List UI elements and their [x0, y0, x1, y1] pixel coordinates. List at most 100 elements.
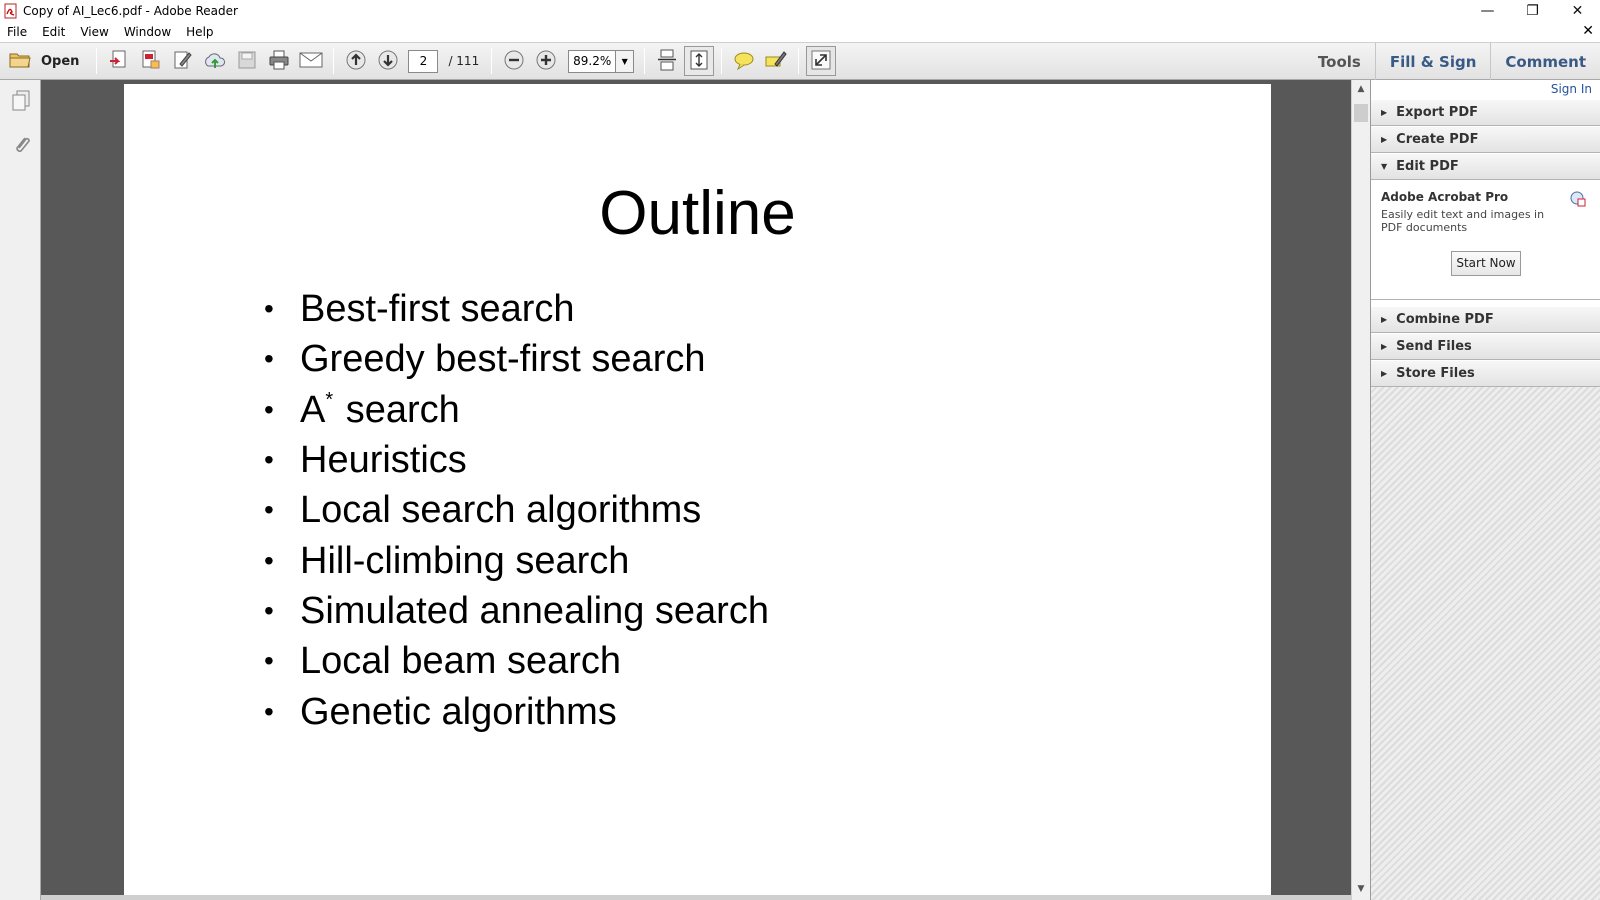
list-item: • Heuristics	[264, 435, 769, 485]
triangle-right-icon: ▶	[1381, 315, 1388, 324]
toolbar-separator	[798, 48, 800, 74]
list-item-text: search	[335, 388, 460, 431]
section-label: Edit PDF	[1396, 159, 1459, 174]
next-page-button[interactable]	[373, 46, 403, 76]
zoom-in-button[interactable]	[531, 46, 561, 76]
attachments-button[interactable]	[0, 124, 41, 168]
close-window-button[interactable]: ✕	[1555, 0, 1600, 22]
bullet: •	[264, 695, 274, 727]
create-pdf-button[interactable]	[104, 46, 134, 76]
tab-tools[interactable]: Tools	[1304, 43, 1375, 80]
arrow-down-icon	[377, 49, 399, 74]
section-edit-pdf[interactable]: ▼ Edit PDF	[1371, 153, 1600, 180]
product-description: Easily edit text and images in PDF docum…	[1381, 208, 1545, 234]
full-screen-button[interactable]	[806, 46, 837, 76]
start-now-button[interactable]: Start Now	[1451, 251, 1521, 276]
menu-edit[interactable]: Edit	[35, 25, 73, 39]
bullet: •	[264, 494, 274, 526]
scroll-mode-icon	[656, 49, 678, 74]
list-item: • Hill-climbing search	[264, 535, 769, 585]
vertical-scrollbar[interactable]: ▲ ▼	[1351, 80, 1370, 900]
list-item-text: Best-first search	[300, 288, 575, 331]
open-button[interactable]: Open	[1, 46, 89, 76]
list-item-text: Heuristics	[300, 439, 467, 482]
section-label: Combine PDF	[1396, 312, 1494, 327]
minimize-button[interactable]: —	[1465, 0, 1510, 22]
fit-page-button[interactable]	[684, 46, 715, 76]
list-item: • Local beam search	[264, 636, 769, 686]
triangle-right-icon: ▶	[1381, 342, 1388, 351]
zoom-value: 89.2%	[573, 54, 612, 68]
bullet: •	[264, 393, 274, 425]
edit-pdf-button[interactable]	[168, 46, 198, 76]
list-item: • Genetic algorithms	[264, 686, 769, 736]
restore-button[interactable]: ❐	[1510, 0, 1555, 22]
list-item-text: A	[300, 388, 326, 431]
section-create-pdf[interactable]: ▶ Create PDF	[1371, 126, 1600, 153]
product-name: Adobe Acrobat Pro	[1381, 190, 1509, 204]
menu-view[interactable]: View	[73, 25, 116, 39]
menu-file[interactable]: File	[0, 25, 35, 39]
save-button[interactable]	[232, 46, 262, 76]
menu-help[interactable]: Help	[179, 25, 221, 39]
envelope-icon	[299, 51, 323, 72]
arrow-up-icon	[345, 49, 367, 74]
menu-window[interactable]: Window	[117, 25, 179, 39]
list-item: • A * search	[264, 385, 769, 435]
open-label: Open	[41, 53, 80, 69]
page-number-input[interactable]: 2	[408, 49, 439, 73]
previous-page-button[interactable]	[341, 46, 371, 76]
upload-button[interactable]	[200, 46, 230, 76]
list-item: • Greedy best-first search	[264, 334, 769, 384]
pdf-page: Outline • Best-first search • Greedy best-…	[124, 84, 1271, 895]
sign-in-link[interactable]: Sign In	[1371, 80, 1600, 99]
email-button[interactable]	[296, 46, 326, 76]
section-store-files[interactable]: ▶ Store Files	[1371, 360, 1600, 387]
section-export-pdf[interactable]: ▶ Export PDF	[1371, 99, 1600, 126]
list-item-text: Simulated annealing search	[300, 589, 769, 632]
toolbar-separator	[644, 48, 646, 74]
scrollbar-thumb[interactable]	[1354, 104, 1368, 122]
task-tabs: Tools Fill & Sign Comment	[1304, 43, 1600, 80]
tab-comment[interactable]: Comment	[1490, 43, 1600, 80]
scroll-down-arrow[interactable]: ▼	[1352, 880, 1370, 898]
zoom-out-button[interactable]	[499, 46, 529, 76]
list-item-text: Local beam search	[300, 640, 622, 683]
toolbar-separator	[333, 48, 335, 74]
scrolling-mode-button[interactable]	[652, 46, 682, 76]
zoom-select[interactable]: 89.2% ▼	[568, 49, 635, 73]
plus-icon	[535, 49, 557, 74]
bullet: •	[264, 444, 274, 476]
close-document-button[interactable]: ✕	[1582, 23, 1594, 39]
bullet: •	[264, 544, 274, 576]
export-pdf-icon	[140, 49, 162, 74]
section-combine-pdf[interactable]: ▶ Combine PDF	[1371, 306, 1600, 333]
tab-fill-sign[interactable]: Fill & Sign	[1374, 43, 1491, 80]
paperclip-icon	[10, 133, 32, 160]
section-label: Send Files	[1396, 339, 1472, 354]
page-thumbnails-button[interactable]	[0, 80, 41, 124]
edit-pdf-icon	[172, 49, 194, 74]
tools-pane: Sign In ▶ Export PDF ▶ Create PDF ▼ Edit PD…	[1370, 80, 1600, 900]
horizontal-scrollbar[interactable]	[41, 895, 1351, 900]
bullet: •	[264, 293, 274, 325]
acrobat-info-icon[interactable]	[1570, 191, 1586, 207]
save-icon	[237, 50, 257, 73]
export-pdf-button[interactable]	[136, 46, 166, 76]
section-send-files[interactable]: ▶ Send Files	[1371, 333, 1600, 360]
printer-icon	[268, 49, 290, 74]
pages-icon	[10, 89, 32, 116]
scroll-up-arrow[interactable]: ▲	[1352, 80, 1370, 98]
minus-icon	[503, 49, 525, 74]
triangle-right-icon: ▶	[1381, 135, 1388, 144]
add-comment-button[interactable]	[729, 46, 759, 76]
fit-page-icon	[688, 49, 710, 74]
highlight-button[interactable]	[761, 46, 791, 76]
highlighter-icon	[764, 49, 788, 74]
print-button[interactable]	[264, 46, 294, 76]
window-title: Copy of AI_Lec6.pdf - Adobe Reader	[23, 4, 238, 18]
triangle-down-icon: ▼	[1381, 162, 1388, 171]
chevron-down-icon[interactable]: ▼	[615, 50, 634, 72]
title-bar: Copy of AI_Lec6.pdf - Adobe Reader — ❐ ✕	[0, 0, 1600, 22]
speech-bubble-icon	[732, 49, 756, 74]
